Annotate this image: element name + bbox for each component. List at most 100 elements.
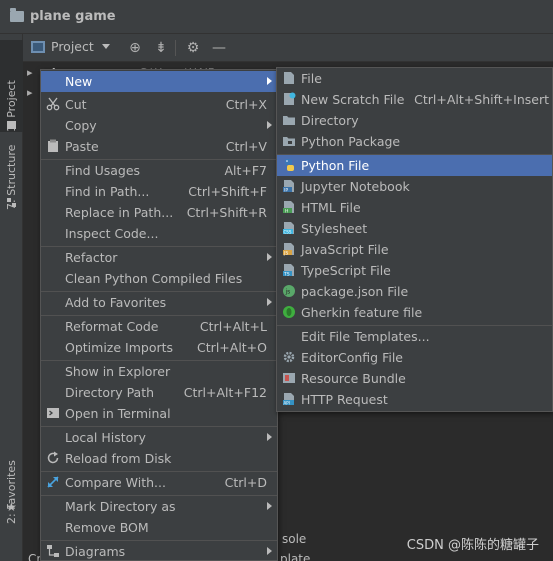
menu-item-diagrams[interactable]: Diagrams [41, 541, 277, 561]
new-html-file-item[interactable]: H HTML File [277, 197, 552, 218]
new-gherkin-file-item[interactable]: Gherkin feature file [277, 302, 552, 323]
submenu-item-label: Stylesheet [301, 221, 368, 236]
menu-item-shortcut: Ctrl+Shift+F [188, 184, 267, 199]
menu-item-cut[interactable]: Cut Ctrl+X [41, 94, 277, 115]
menu-item-label: Remove BOM [65, 520, 149, 535]
context-menu: New Cut Ctrl+X Copy Paste Ctrl+V Find Us… [40, 69, 278, 561]
locate-icon[interactable]: ⊕ [127, 40, 143, 56]
submenu-item-label: TypeScript File [301, 263, 391, 278]
menu-item-clean-compiled[interactable]: Clean Python Compiled Files [41, 268, 277, 289]
chevron-right-icon [267, 502, 272, 510]
menu-item-inspect-code[interactable]: Inspect Code... [41, 223, 277, 244]
tab-project[interactable]: 1: Project [0, 40, 23, 132]
menu-item-shortcut: Ctrl+Alt+F12 [183, 385, 267, 400]
new-scratch-file-item[interactable]: New Scratch File Ctrl+Alt+Shift+Insert [277, 89, 552, 110]
menu-item-label: Paste [65, 139, 99, 154]
menu-item-label: Show in Explorer [65, 364, 171, 379]
tree-expand-arrow[interactable]: ▸ [27, 86, 33, 99]
menu-item-label: Copy [65, 118, 97, 133]
menu-item-mark-directory-as[interactable]: Mark Directory as [41, 496, 277, 517]
new-package-json-item[interactable]: js package.json File [277, 281, 552, 302]
menu-item-label: Local History [65, 430, 146, 445]
collapse-all-icon[interactable]: ⇟ [153, 40, 169, 56]
expand-arrow-icon: ▸ [27, 66, 33, 79]
menu-item-replace-in-path[interactable]: Replace in Path... Ctrl+Shift+R [41, 202, 277, 223]
gherkin-icon [283, 306, 295, 318]
submenu-item-label: Edit File Templates... [301, 329, 430, 344]
project-icon [31, 40, 45, 53]
minimize-icon[interactable]: — [211, 40, 227, 56]
svg-text:JS: JS [283, 251, 288, 257]
npm-icon: js [283, 285, 295, 297]
menu-item-label: Add to Favorites [65, 295, 167, 310]
new-stylesheet-item[interactable]: CSS Stylesheet [277, 218, 552, 239]
menu-item-reformat-code[interactable]: Reformat Code Ctrl+Alt+L [41, 316, 277, 337]
submenu-item-label: Python Package [301, 134, 401, 149]
menu-item-label: Diagrams [65, 544, 126, 559]
new-python-file-item[interactable]: Python File [277, 155, 552, 176]
menu-item-find-in-path[interactable]: Find in Path... Ctrl+Shift+F [41, 181, 277, 202]
submenu-item-label: Resource Bundle [301, 371, 406, 386]
new-jupyter-notebook-item[interactable]: IP Jupyter Notebook [277, 176, 552, 197]
menu-item-remove-bom[interactable]: Remove BOM [41, 517, 277, 538]
menu-item-paste[interactable]: Paste Ctrl+V [41, 136, 277, 157]
menu-item-label: Find in Path... [65, 184, 150, 199]
chevron-right-icon [267, 433, 272, 441]
terminal-icon [47, 408, 59, 418]
svg-text:CSS: CSS [284, 230, 292, 235]
gear-icon[interactable]: ⚙ [185, 40, 201, 56]
package-icon [283, 137, 295, 146]
new-file-item[interactable]: File [277, 68, 552, 89]
ts-icon: TS [283, 264, 294, 277]
menu-item-shortcut: Ctrl+D [224, 475, 267, 490]
new-python-package-item[interactable]: Python Package [277, 131, 552, 152]
clipboard-icon [48, 139, 58, 152]
menu-item-label: Inspect Code... [65, 226, 159, 241]
html-icon: H [283, 201, 294, 214]
menu-item-reload-from-disk[interactable]: Reload from Disk [41, 448, 277, 469]
toolbar-divider [175, 40, 176, 56]
project-view-selector[interactable]: Project [31, 39, 110, 54]
new-resource-bundle-item[interactable]: Resource Bundle [277, 368, 552, 389]
template-fragment: plate [280, 552, 311, 561]
menu-item-add-to-favorites[interactable]: Add to Favorites [41, 292, 277, 313]
new-directory-item[interactable]: Directory [277, 110, 552, 131]
new-javascript-file-item[interactable]: JS JavaScript File [277, 239, 552, 260]
menu-item-label: New [65, 74, 93, 89]
structure-tab-icon [7, 198, 16, 207]
menu-item-local-history[interactable]: Local History [41, 427, 277, 448]
menu-item-label: Clean Python Compiled Files [65, 271, 243, 286]
menu-item-label: Mark Directory as [65, 499, 176, 514]
menu-item-find-usages[interactable]: Find Usages Alt+F7 [41, 160, 277, 181]
watermark: CSDN @陈陈的糖罐子 [406, 538, 539, 553]
menu-item-copy[interactable]: Copy [41, 115, 277, 136]
menu-item-open-in-terminal[interactable]: Open in Terminal [41, 403, 277, 424]
menu-item-show-in-explorer[interactable]: Show in Explorer [41, 361, 277, 382]
submenu-item-label: File [301, 71, 322, 86]
new-typescript-file-item[interactable]: TS TypeScript File [277, 260, 552, 281]
menu-item-compare-with[interactable]: Compare With... Ctrl+D [41, 472, 277, 493]
menu-item-label: Reload from Disk [65, 451, 172, 466]
edit-file-templates-item[interactable]: Edit File Templates... [277, 326, 552, 347]
menu-item-label: Open in Terminal [65, 406, 171, 421]
menu-item-refactor[interactable]: Refactor [41, 247, 277, 268]
menu-item-directory-path[interactable]: Directory Path Ctrl+Alt+F12 [41, 382, 277, 403]
window-title: plane game [30, 9, 116, 24]
left-tool-strip: 1: Project 7: Structure 2: Favorites ★ [0, 34, 23, 561]
menu-item-label: Reformat Code [65, 319, 159, 334]
scissors-icon [46, 97, 60, 111]
new-http-request-item[interactable]: API HTTP Request [277, 389, 552, 410]
menu-item-optimize-imports[interactable]: Optimize Imports Ctrl+Alt+O [41, 337, 277, 358]
menu-item-label: Cut [65, 97, 87, 112]
tab-structure[interactable]: 7: Structure [0, 130, 23, 210]
submenu-item-label: Directory [301, 113, 359, 128]
file-icon [284, 72, 294, 84]
tab-favorites[interactable]: 2: Favorites ★ [0, 434, 23, 524]
star-icon: ★ [6, 500, 17, 514]
submenu-item-label: HTTP Request [301, 392, 388, 407]
new-editorconfig-item[interactable]: EditorConfig File [277, 347, 552, 368]
submenu-item-label: HTML File [301, 200, 361, 215]
js-icon: JS [283, 243, 294, 257]
chevron-right-icon [267, 77, 272, 85]
menu-item-new[interactable]: New [41, 71, 277, 92]
